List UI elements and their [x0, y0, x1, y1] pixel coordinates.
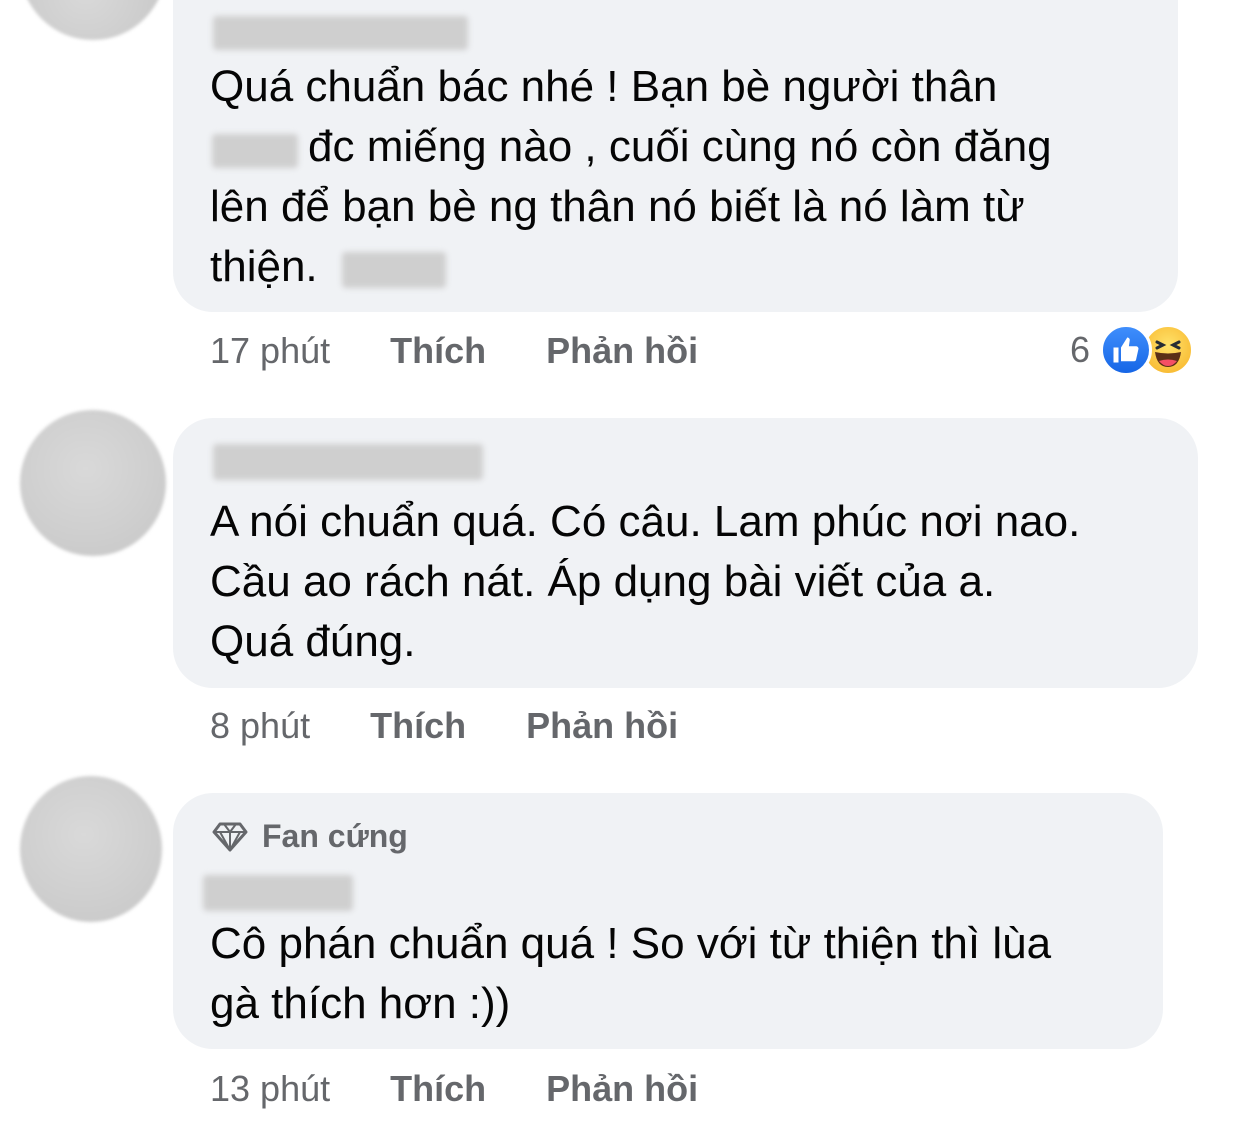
comment-actions: 13 phút Thích Phản hồi — [210, 1068, 698, 1110]
comment-thread: Quá chuẩn bác nhé ! Bạn bè người thân đc … — [0, 0, 1241, 1141]
commenter-avatar[interactable] — [20, 0, 166, 40]
comment-actions: 17 phút Thích Phản hồi — [210, 330, 698, 372]
comment-text: A nói chuẩn quá. Có câu. Lam phúc nơi na… — [210, 497, 1081, 666]
commenter-name-redacted[interactable] — [213, 16, 468, 50]
reaction-count: 6 — [1070, 329, 1091, 370]
like-button[interactable]: Thích — [390, 1068, 486, 1109]
like-icon — [1100, 324, 1153, 376]
comment-actions: 8 phút Thích Phản hồi — [210, 705, 678, 747]
reply-button[interactable]: Phản hồi — [546, 1068, 698, 1109]
commenter-name-redacted[interactable] — [213, 444, 483, 480]
comment-text-line: Quá chuẩn bác nhé ! Bạn bè người thân — [210, 62, 998, 111]
redacted-word — [342, 252, 446, 288]
comment-text: Cô phán chuẩn quá ! So với từ thiện thì … — [210, 919, 1052, 1028]
reply-button[interactable]: Phản hồi — [546, 330, 698, 371]
badge-label: Fan cứng — [262, 818, 408, 854]
top-fan-badge[interactable]: Fan cứng — [212, 818, 408, 855]
commenter-avatar[interactable] — [20, 410, 166, 556]
diamond-icon — [212, 822, 248, 851]
comment-timestamp[interactable]: 8 phút — [210, 705, 310, 746]
comment-timestamp[interactable]: 13 phút — [210, 1068, 330, 1109]
reply-button[interactable]: Phản hồi — [526, 705, 678, 746]
like-button[interactable]: Thích — [390, 330, 486, 371]
commenter-name-redacted[interactable] — [203, 875, 353, 911]
comment-text-line: lên để bạn bè ng thân nó biết là nó làm … — [210, 182, 1025, 231]
comment-text-line: đc miếng nào , cuối cùng nó còn đăng — [308, 122, 1052, 171]
reaction-summary[interactable]: 6 — [1070, 324, 1195, 376]
commenter-avatar[interactable] — [20, 776, 162, 922]
like-button[interactable]: Thích — [370, 705, 466, 746]
comment-timestamp[interactable]: 17 phút — [210, 330, 330, 371]
